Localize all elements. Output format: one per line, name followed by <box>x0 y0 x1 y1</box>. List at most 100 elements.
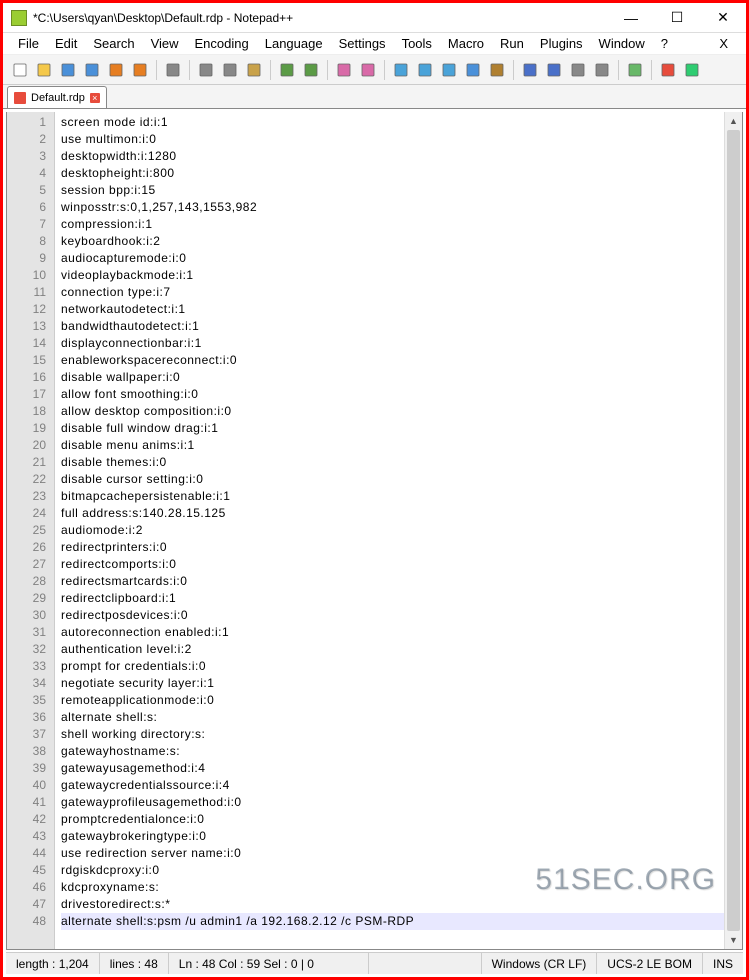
code-line[interactable]: winposstr:s:0,1,257,143,1553,982 <box>61 199 724 216</box>
code-line[interactable]: redirectclipboard:i:1 <box>61 590 724 607</box>
menu-tools[interactable]: Tools <box>395 34 439 53</box>
code-line[interactable]: gatewayhostname:s: <box>61 743 724 760</box>
code-line[interactable]: disable cursor setting:i:0 <box>61 471 724 488</box>
code-line[interactable]: shell working directory:s: <box>61 726 724 743</box>
code-line[interactable]: redirectcomports:i:0 <box>61 556 724 573</box>
scroll-down-icon[interactable]: ▼ <box>725 931 742 949</box>
code-line[interactable]: redirectsmartcards:i:0 <box>61 573 724 590</box>
menu-search[interactable]: Search <box>86 34 141 53</box>
redo-icon[interactable] <box>300 59 322 81</box>
line-number: 45 <box>7 862 46 879</box>
code-line[interactable]: allow desktop composition:i:0 <box>61 403 724 420</box>
play-icon[interactable] <box>681 59 703 81</box>
print-icon[interactable] <box>162 59 184 81</box>
tab-close-icon[interactable]: × <box>90 93 100 103</box>
code-line[interactable]: session bpp:i:15 <box>61 182 724 199</box>
code-line[interactable]: displayconnectionbar:i:1 <box>61 335 724 352</box>
code-line[interactable]: disable menu anims:i:1 <box>61 437 724 454</box>
code-line[interactable]: audiocapturemode:i:0 <box>61 250 724 267</box>
code-line[interactable]: kdcproxyname:s: <box>61 879 724 896</box>
code-line[interactable]: remoteapplicationmode:i:0 <box>61 692 724 709</box>
code-line[interactable]: disable full window drag:i:1 <box>61 420 724 437</box>
code-line[interactable]: desktopheight:i:800 <box>61 165 724 182</box>
code-line[interactable]: bandwidthautodetect:i:1 <box>61 318 724 335</box>
code-line[interactable]: disable wallpaper:i:0 <box>61 369 724 386</box>
save-icon[interactable] <box>57 59 79 81</box>
code-line[interactable]: prompt for credentials:i:0 <box>61 658 724 675</box>
code-line[interactable]: videoplaybackmode:i:1 <box>61 267 724 284</box>
code-line[interactable]: networkautodetect:i:1 <box>61 301 724 318</box>
copy-icon[interactable] <box>219 59 241 81</box>
code-line[interactable]: use redirection server name:i:0 <box>61 845 724 862</box>
code-line[interactable]: connection type:i:7 <box>61 284 724 301</box>
find-icon[interactable] <box>333 59 355 81</box>
saveall-icon[interactable] <box>81 59 103 81</box>
menu-edit[interactable]: Edit <box>48 34 84 53</box>
indent-icon[interactable] <box>519 59 541 81</box>
open-icon[interactable] <box>33 59 55 81</box>
code-line[interactable]: autoreconnection enabled:i:1 <box>61 624 724 641</box>
zoomout-icon[interactable] <box>414 59 436 81</box>
code-line[interactable]: rdgiskdcproxy:i:0 <box>61 862 724 879</box>
code-line[interactable]: promptcredentialonce:i:0 <box>61 811 724 828</box>
record-icon[interactable] <box>657 59 679 81</box>
code-line[interactable]: use multimon:i:0 <box>61 131 724 148</box>
minimize-button[interactable]: — <box>608 3 654 33</box>
code-line[interactable]: redirectprinters:i:0 <box>61 539 724 556</box>
sync-icon[interactable] <box>438 59 460 81</box>
wrap-icon[interactable] <box>462 59 484 81</box>
code-line[interactable]: keyboardhook:i:2 <box>61 233 724 250</box>
code-line[interactable]: alternate shell:s:psm /u admin1 /a 192.1… <box>61 913 724 930</box>
code-line[interactable]: gatewayprofileusagemethod:i:0 <box>61 794 724 811</box>
code-line[interactable]: gatewaybrokeringtype:i:0 <box>61 828 724 845</box>
menu-language[interactable]: Language <box>258 34 330 53</box>
menu-plugins[interactable]: Plugins <box>533 34 590 53</box>
maximize-button[interactable]: ☐ <box>654 3 700 33</box>
code-line[interactable]: alternate shell:s: <box>61 709 724 726</box>
new-icon[interactable] <box>9 59 31 81</box>
menu-?[interactable]: ? <box>654 34 675 53</box>
unfold-icon[interactable] <box>591 59 613 81</box>
hide-icon[interactable] <box>624 59 646 81</box>
code-line[interactable]: audiomode:i:2 <box>61 522 724 539</box>
code-line[interactable]: bitmapcachepersistenable:i:1 <box>61 488 724 505</box>
vertical-scrollbar[interactable]: ▲ ▼ <box>724 112 742 949</box>
code-line[interactable]: screen mode id:i:1 <box>61 114 724 131</box>
code-area[interactable]: screen mode id:i:1use multimon:i:0deskto… <box>55 112 724 949</box>
code-line[interactable]: desktopwidth:i:1280 <box>61 148 724 165</box>
menu-file[interactable]: File <box>11 34 46 53</box>
code-line[interactable]: full address:s:140.28.15.125 <box>61 505 724 522</box>
allchars-icon[interactable] <box>486 59 508 81</box>
code-line[interactable]: gatewaycredentialssource:i:4 <box>61 777 724 794</box>
scroll-thumb[interactable] <box>727 130 740 931</box>
code-line[interactable]: allow font smoothing:i:0 <box>61 386 724 403</box>
fold-icon[interactable] <box>567 59 589 81</box>
line-number: 12 <box>7 301 46 318</box>
scroll-up-icon[interactable]: ▲ <box>725 112 742 130</box>
zoomin-icon[interactable] <box>390 59 412 81</box>
code-line[interactable]: compression:i:1 <box>61 216 724 233</box>
menu-run[interactable]: Run <box>493 34 531 53</box>
menu-macro[interactable]: Macro <box>441 34 491 53</box>
code-line[interactable]: negotiate security layer:i:1 <box>61 675 724 692</box>
code-line[interactable]: drivestoredirect:s:* <box>61 896 724 913</box>
paste-icon[interactable] <box>243 59 265 81</box>
menu-settings[interactable]: Settings <box>332 34 393 53</box>
code-line[interactable]: authentication level:i:2 <box>61 641 724 658</box>
close-icon[interactable] <box>105 59 127 81</box>
file-tab[interactable]: Default.rdp × <box>7 86 107 108</box>
code-line[interactable]: disable themes:i:0 <box>61 454 724 471</box>
closeall-icon[interactable] <box>129 59 151 81</box>
code-line[interactable]: gatewayusagemethod:i:4 <box>61 760 724 777</box>
menu-view[interactable]: View <box>144 34 186 53</box>
code-line[interactable]: enableworkspacereconnect:i:0 <box>61 352 724 369</box>
replace-icon[interactable] <box>357 59 379 81</box>
menu-overflow[interactable]: X <box>709 34 738 53</box>
outdent-icon[interactable] <box>543 59 565 81</box>
cut-icon[interactable] <box>195 59 217 81</box>
code-line[interactable]: redirectposdevices:i:0 <box>61 607 724 624</box>
close-button[interactable]: ✕ <box>700 3 746 33</box>
menu-window[interactable]: Window <box>592 34 652 53</box>
menu-encoding[interactable]: Encoding <box>188 34 256 53</box>
undo-icon[interactable] <box>276 59 298 81</box>
